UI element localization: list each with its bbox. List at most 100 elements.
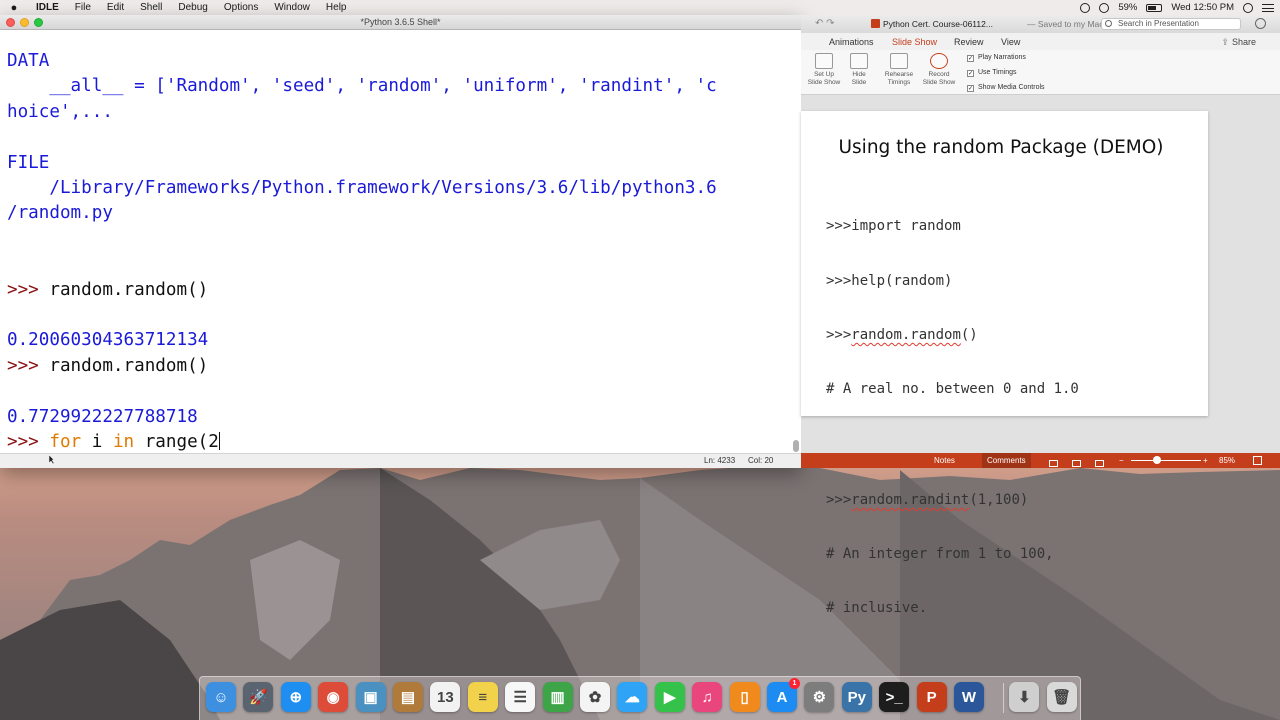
minimize-window-button[interactable]: [20, 18, 29, 27]
shell-scrollbar-thumb[interactable]: [793, 440, 799, 452]
zoom-window-button[interactable]: [34, 18, 43, 27]
code-args: (1,100): [969, 492, 1029, 508]
shell-output: 0.7729922227788718: [7, 406, 198, 427]
spotlight-search-icon[interactable]: [1243, 2, 1253, 13]
dock-finder-icon[interactable]: ☺: [206, 682, 236, 712]
dock-glyph: ▯: [740, 689, 749, 706]
share-button[interactable]: Share: [1221, 37, 1256, 48]
zoom-out-button[interactable]: −: [1119, 453, 1124, 468]
dock-notes-icon[interactable]: ≡: [467, 682, 498, 712]
dock-glyph: ⬇: [1018, 689, 1031, 706]
feedback-smiley-icon[interactable]: [1255, 18, 1266, 29]
dock-downloads-icon[interactable]: ⬇: [1009, 682, 1040, 712]
zoom-in-button[interactable]: +: [1203, 453, 1208, 468]
comments-button[interactable]: Comments: [982, 453, 1031, 468]
dock-glyph: W: [961, 688, 977, 706]
tab-animations[interactable]: Animations: [829, 37, 874, 47]
dock-python-icon[interactable]: Py: [841, 682, 872, 712]
normal-view-icon[interactable]: [1049, 460, 1058, 467]
menu-debug[interactable]: Debug: [170, 0, 215, 15]
menu-help[interactable]: Help: [318, 0, 355, 15]
undo-redo-icon[interactable]: ↶ ↷: [815, 15, 835, 33]
dock-glyph: ☰: [513, 689, 527, 706]
shell-command: random.random(): [49, 279, 209, 300]
shell-blank-line: [7, 227, 792, 252]
dock-trash-icon[interactable]: 🗑: [1046, 682, 1077, 712]
shell-line: hoice',...: [7, 101, 113, 122]
notification-center-icon[interactable]: [1262, 3, 1274, 12]
hide-slide-icon: [850, 53, 868, 69]
dock-glyph: ⚙: [812, 689, 827, 706]
dock-glyph: 🚀: [249, 689, 268, 706]
dock-glyph: ✿: [588, 689, 602, 706]
ppt-titlebar[interactable]: ↶ ↷ Python Cert. Course-06112... — Saved…: [801, 15, 1280, 33]
shell-line: DATA: [7, 51, 50, 71]
menu-window[interactable]: Window: [266, 0, 318, 15]
text-cursor: [218, 432, 220, 451]
dock-messages-icon[interactable]: ☁: [617, 682, 648, 712]
dock-glyph: ♫: [701, 688, 713, 706]
menu-bar: ● IDLE File Edit Shell Debug Options Win…: [0, 0, 1280, 15]
dock-calendar-icon[interactable]: 13: [430, 682, 461, 712]
time-machine-icon[interactable]: [1080, 2, 1091, 13]
menu-file[interactable]: File: [67, 0, 99, 15]
dock-launchpad-icon[interactable]: 🚀: [243, 682, 274, 712]
tab-review[interactable]: Review: [954, 37, 984, 47]
shell-command: random.random(): [49, 355, 209, 376]
rehearse-timings-button[interactable]: Rehearse Timings: [881, 53, 917, 86]
menu-app-name[interactable]: IDLE: [28, 0, 67, 15]
dock-notebook-icon[interactable]: ▤: [393, 682, 423, 712]
reading-view-icon[interactable]: [1095, 460, 1104, 467]
shell-text-area[interactable]: DATA __all__ = ['Random', 'seed', 'rando…: [7, 49, 792, 454]
menu-options[interactable]: Options: [216, 0, 266, 15]
close-window-button[interactable]: [6, 18, 15, 27]
menu-edit[interactable]: Edit: [99, 0, 132, 15]
dock-word-icon[interactable]: W: [954, 682, 984, 712]
wifi-icon[interactable]: [1099, 2, 1110, 13]
idle-window-title: *Python 3.6.5 Shell*: [360, 17, 441, 27]
dock-glyph: 🗑: [1052, 689, 1072, 706]
dock-glyph: ⊕: [289, 689, 303, 706]
clock[interactable]: Wed 12:50 PM: [1171, 2, 1234, 13]
zoom-slider-knob[interactable]: [1153, 456, 1161, 464]
use-timings-checkbox[interactable]: ✓ Use Timings: [967, 68, 1045, 83]
slide-canvas[interactable]: Using the random Package (DEMO) >>>impor…: [801, 111, 1208, 616]
tab-view[interactable]: View: [1001, 37, 1020, 47]
dock-numbers-icon[interactable]: ▥: [542, 682, 573, 712]
dock-chrome-icon[interactable]: ◉: [318, 682, 349, 712]
dock-ibooks-icon[interactable]: ▯: [729, 682, 760, 712]
hide-slide-button[interactable]: Hide Slide: [845, 53, 873, 86]
slide-sorter-icon[interactable]: [1072, 460, 1081, 467]
battery-icon[interactable]: [1146, 3, 1163, 12]
slide-code-line: >>>import random: [826, 218, 961, 234]
dock-itunes-icon[interactable]: ♫: [692, 682, 723, 712]
slide-code-comment: # An integer from 1 to 100,: [826, 546, 1054, 562]
shell-input-text: i: [81, 432, 113, 453]
dock-system-preferences-icon[interactable]: ⚙: [804, 682, 835, 712]
apple-menu-icon[interactable]: ●: [0, 2, 28, 14]
ribbon-toolbar: Set Up Slide Show Hide Slide Rehearse Ti…: [801, 50, 1280, 95]
slide-title[interactable]: Using the random Package (DEMO): [801, 137, 1201, 158]
shell-input-line[interactable]: >>> for i in range(2: [7, 430, 792, 454]
spellcheck-flagged-text: random.randint: [851, 492, 970, 508]
idle-titlebar[interactable]: *Python 3.6.5 Shell*: [0, 15, 801, 30]
setup-slide-show-button[interactable]: Set Up Slide Show: [804, 53, 844, 86]
dock-facetime-icon[interactable]: ▶: [654, 682, 685, 712]
dock-terminal-icon[interactable]: >_: [879, 682, 910, 712]
dock-reminders-icon[interactable]: ☰: [505, 682, 536, 712]
zoom-slider[interactable]: [1131, 460, 1201, 461]
dock-preview-icon[interactable]: ▣: [355, 682, 386, 712]
dock-photos-icon[interactable]: ✿: [580, 682, 610, 712]
menu-shell[interactable]: Shell: [132, 0, 170, 15]
dock-app-store-icon[interactable]: A1: [767, 678, 800, 712]
notes-button[interactable]: Notes: [934, 453, 955, 468]
record-slide-show-button[interactable]: Record Slide Show: [919, 53, 959, 86]
dock-safari-icon[interactable]: ⊕: [280, 682, 311, 712]
fit-to-window-icon[interactable]: [1253, 456, 1262, 465]
slide-code-block[interactable]: >>>import random >>>help(random) >>>rand…: [826, 183, 1079, 651]
play-narrations-checkbox[interactable]: ✓ Play Narrations: [967, 53, 1045, 68]
presentation-search-input[interactable]: Search in Presentation: [1101, 18, 1241, 30]
tab-slide-show[interactable]: Slide Show: [892, 37, 937, 47]
dock-powerpoint-icon[interactable]: P: [916, 682, 947, 712]
slide-code-line: >>>help(random): [826, 273, 953, 289]
